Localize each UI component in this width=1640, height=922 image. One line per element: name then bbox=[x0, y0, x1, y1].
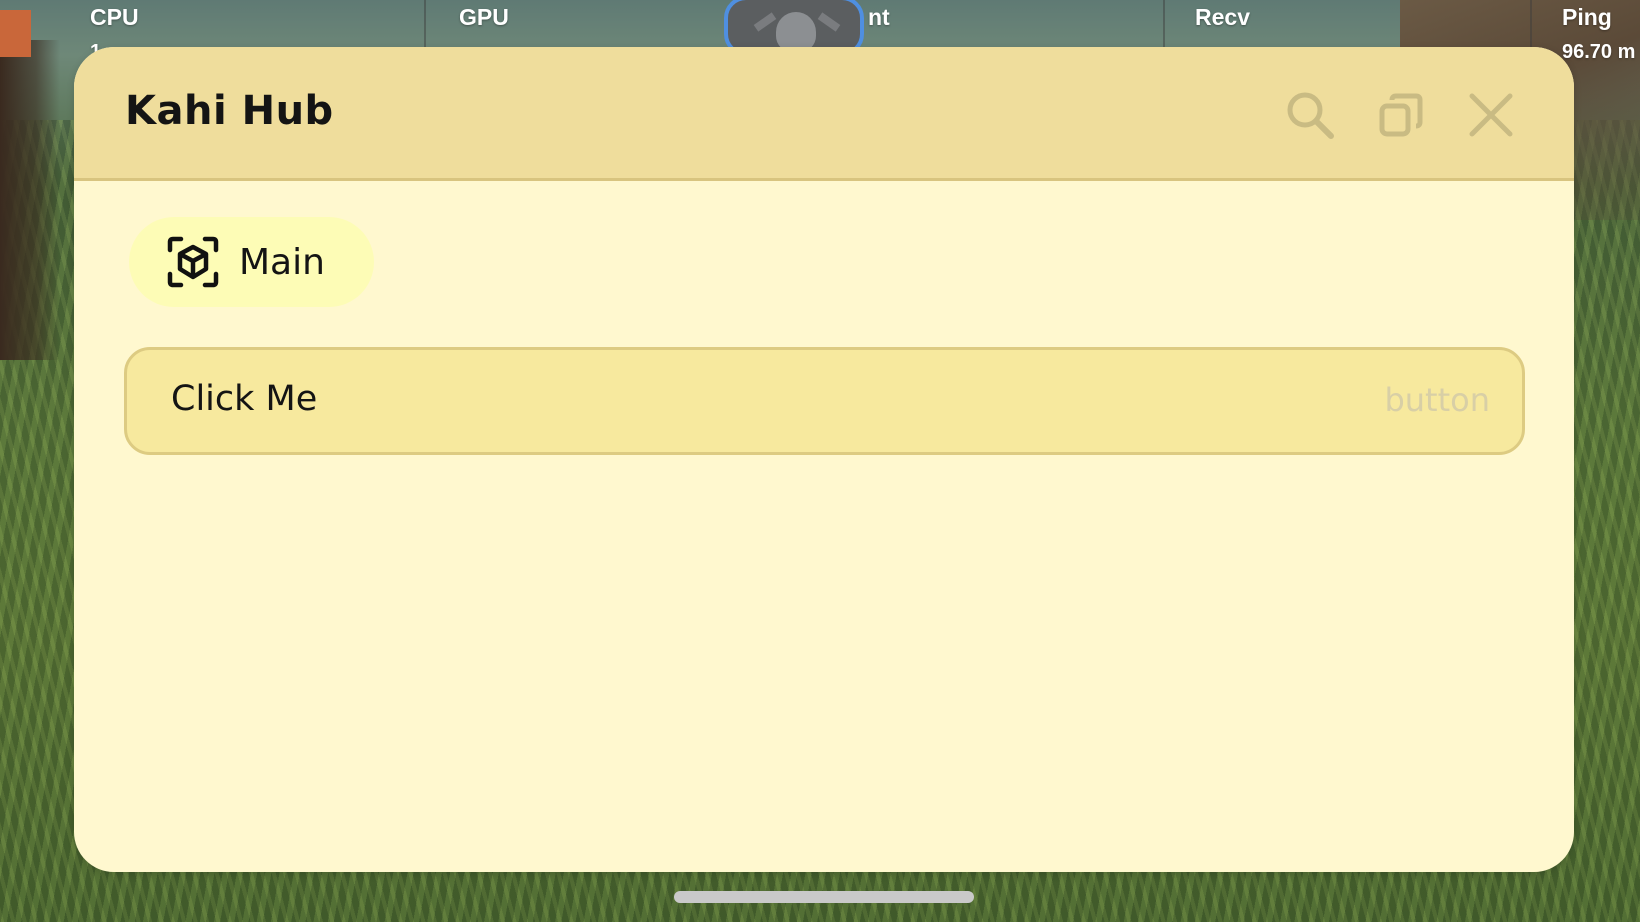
cube-scan-icon bbox=[167, 236, 219, 288]
tab-main[interactable]: Main bbox=[129, 217, 374, 307]
home-indicator[interactable] bbox=[674, 891, 974, 903]
button-title: Click Me bbox=[171, 379, 318, 419]
helmet-horn-icon bbox=[817, 12, 841, 32]
stat-label: GPU bbox=[459, 4, 509, 30]
tree-trunk bbox=[0, 40, 60, 360]
hub-window: Kahi Hub Main Click Me button bbox=[74, 47, 1574, 872]
stat-divider bbox=[424, 0, 426, 48]
helmet-icon bbox=[776, 12, 816, 52]
stat-label: CPU bbox=[90, 4, 139, 30]
close-icon bbox=[1469, 93, 1513, 137]
restore-button[interactable] bbox=[1371, 85, 1431, 145]
stat-label: nt bbox=[868, 4, 890, 30]
window-title: Kahi Hub bbox=[125, 88, 334, 134]
search-icon bbox=[1287, 92, 1334, 139]
stat-divider bbox=[1163, 0, 1165, 48]
close-button[interactable] bbox=[1461, 85, 1521, 145]
stat-label: Recv bbox=[1195, 4, 1250, 30]
tab-label: Main bbox=[239, 241, 325, 283]
helmet-horn-icon bbox=[753, 12, 777, 32]
stat-label: Ping bbox=[1562, 4, 1612, 30]
window-titlebar[interactable]: Kahi Hub bbox=[74, 47, 1574, 181]
search-button[interactable] bbox=[1280, 85, 1340, 145]
restore-icon bbox=[1379, 93, 1423, 137]
button-type-label: button bbox=[1384, 381, 1490, 419]
stat-divider bbox=[1530, 0, 1532, 48]
click-me-button[interactable]: Click Me button bbox=[124, 347, 1525, 455]
